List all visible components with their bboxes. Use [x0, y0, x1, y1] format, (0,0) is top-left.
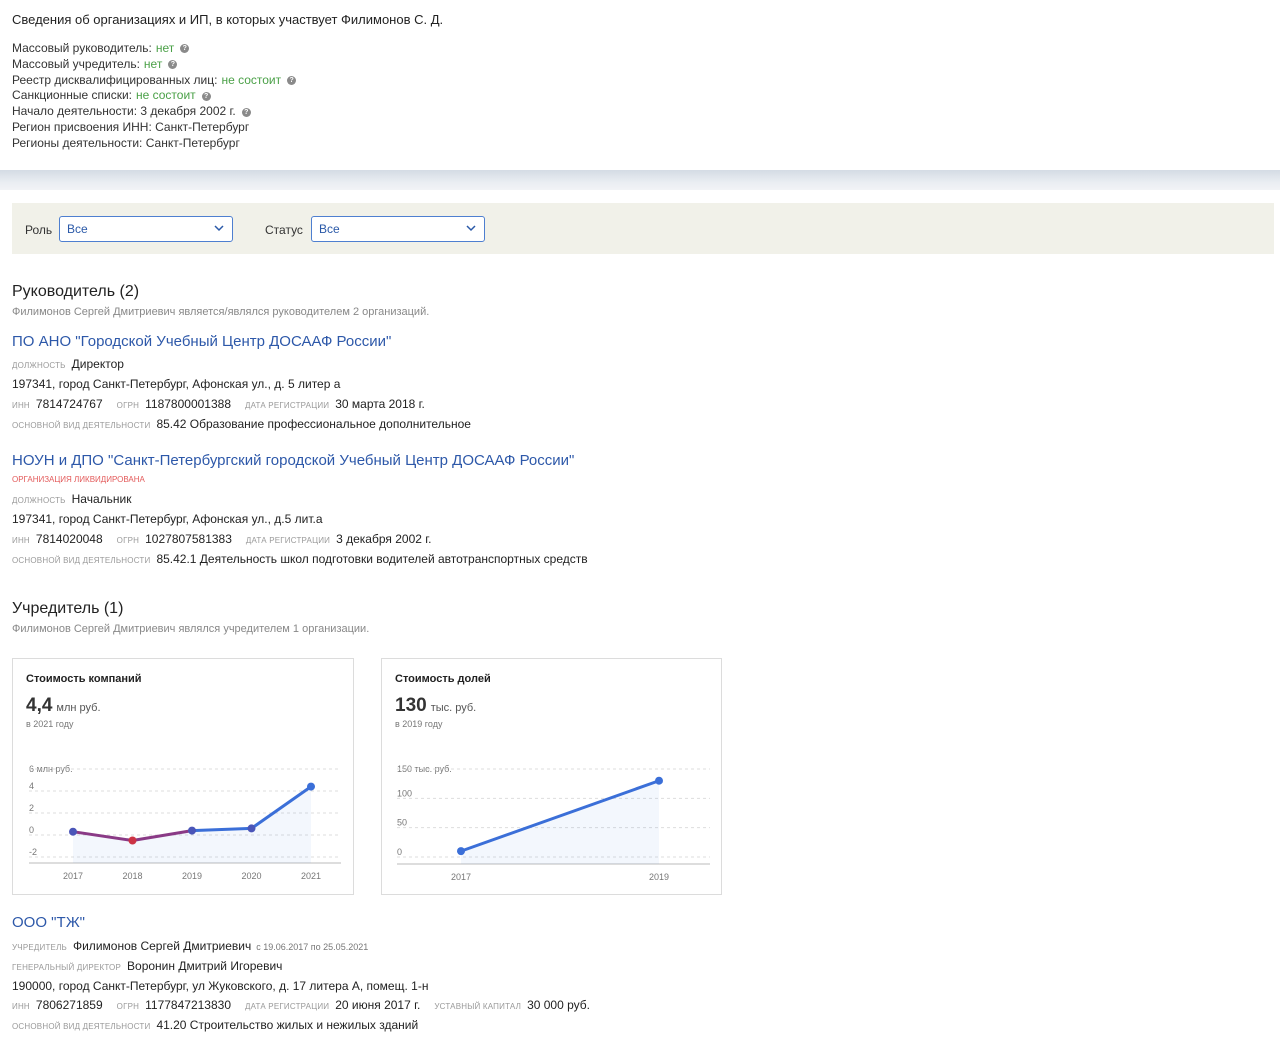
inn-value: 7814020048 [35, 532, 103, 546]
inn-value: 7814724767 [35, 397, 103, 411]
summary-row: Санкционные списки: не состоит ? [12, 88, 296, 104]
org-activity: основной вид деятельности 41.20 Строител… [12, 1018, 419, 1032]
share-value-chart: 150 тыс. руб.1005002017 2019 [397, 764, 710, 882]
summary-row: Реестр дисквалифицированных лиц: не сост… [12, 72, 297, 89]
x-tick-label: 2017 [63, 871, 83, 881]
founder-section-title: Учредитель (1) [12, 600, 124, 617]
summary-label: Начало деятельности: 3 декабря 2002 г. [12, 104, 236, 119]
reg-date-value: 3 декабря 2002 г. [336, 532, 432, 546]
org-requisites: инн 7806271859 огрн 1177847213830 дата р… [12, 998, 590, 1012]
status-select[interactable]: Все [311, 216, 485, 242]
company-value-chart: 6 млн руб.420-22017 2018 2019 2020 2021 [29, 764, 341, 881]
summary-label: Реестр дисквалифицированных лиц: [12, 72, 218, 87]
leader-section-title: Руководитель (2) [12, 283, 140, 300]
org-link[interactable]: ООО "ТЖ" [12, 914, 85, 931]
ogrn-value: 1027807581383 [145, 532, 232, 546]
y-tick-label: -2 [29, 847, 37, 857]
founder-section-subtitle: Филимонов Сергей Дмитриевич являлся учре… [12, 623, 370, 635]
y-tick-label: 50 [397, 818, 407, 828]
summary-row: Массовый учредитель: нет ? [12, 57, 296, 73]
chevron-down-icon [214, 225, 224, 232]
org-activity: основной вид деятельности 85.42.1 Деятел… [12, 552, 588, 566]
data-point [307, 782, 315, 791]
org-requisites: инн 7814724767 огрн 1187800001388 дата р… [12, 397, 425, 411]
y-tick-label: 2 [29, 803, 34, 813]
ogrn-value: 1187800001388 [145, 397, 231, 411]
status-filter-label: Статус [265, 223, 303, 237]
section-divider [0, 170, 1280, 190]
summary-value: нет [143, 56, 163, 71]
y-tick-label: 0 [397, 847, 402, 857]
org-address: 197341, город Санкт-Петербург, Афонская … [12, 377, 341, 391]
ogrn-value: 1177847213830 [145, 998, 231, 1012]
series-area [461, 780, 659, 864]
data-point [457, 847, 465, 856]
x-tick-label: 2017 [451, 872, 471, 882]
summary-list: Массовый руководитель: нет ? Массовый уч… [12, 41, 297, 152]
data-point [247, 824, 256, 833]
x-tick-label: 2021 [301, 871, 321, 881]
x-tick-label: 2019 [649, 872, 669, 882]
role-select-value: Все [67, 222, 88, 236]
summary-label: Регион присвоения ИНН: Санкт-Петербург [12, 119, 250, 134]
company-value-card: Стоимость компаний 4,4 млн руб. в 2021 го… [12, 658, 354, 895]
org-activity: основной вид деятельности 85.42 Образова… [12, 417, 471, 431]
page-title: Сведения об организациях и ИП, в которых… [12, 12, 444, 27]
role-select[interactable]: Все [59, 216, 233, 242]
help-icon[interactable]: ? [168, 60, 178, 70]
reg-date-value: 20 июня 2017 г. [335, 998, 421, 1012]
role-filter-label: Роль [25, 223, 53, 237]
summary-row: Регионы деятельности: Санкт-Петербург [12, 136, 296, 152]
summary-row: Массовый руководитель: нет ? [12, 41, 296, 57]
leader-section-subtitle: Филимонов Сергей Дмитриевич является/явл… [12, 306, 430, 318]
org-requisites: инн 7814020048 огрн 1027807581383 дата р… [12, 532, 432, 546]
y-tick-label: 4 [29, 781, 34, 791]
org-director: генеральный директор Воронин Дмитрий Иго… [12, 959, 283, 973]
help-icon[interactable]: ? [287, 75, 297, 85]
summary-value: не состоит [135, 88, 196, 103]
summary-label: Санкционные списки: [12, 88, 132, 103]
summary-label: Массовый руководитель: [12, 41, 152, 55]
x-tick-label: 2018 [122, 871, 142, 881]
y-tick-label: 100 [397, 788, 412, 798]
series-area [73, 786, 311, 863]
summary-value: нет [155, 41, 175, 55]
org-address: 197341, город Санкт-Петербург, Афонская … [12, 512, 323, 526]
x-tick-label: 2020 [241, 871, 261, 881]
org-link[interactable]: ПО АНО "Городской Учебный Центр ДОСААФ Р… [12, 333, 391, 350]
summary-label: Регионы деятельности: Санкт-Петербург [12, 135, 240, 150]
filter-bar: Роль Все Статус Все [12, 203, 1274, 254]
help-icon[interactable]: ? [241, 107, 251, 117]
y-tick-label: 0 [29, 825, 34, 835]
help-icon[interactable]: ? [201, 91, 211, 101]
help-icon[interactable]: ? [180, 44, 190, 54]
org-address: 190000, город Санкт-Петербург, ул Жуковс… [12, 979, 429, 993]
summary-row: Начало деятельности: 3 декабря 2002 г. ? [12, 104, 296, 120]
data-point [69, 827, 77, 836]
org-founder: учредитель Филимонов Сергей Дмитриевич с… [12, 939, 369, 953]
inn-value: 7806271859 [35, 998, 103, 1012]
x-tick-label: 2019 [182, 871, 202, 881]
chevron-down-icon [466, 225, 476, 232]
share-value-card: Стоимость долей 130 тыс. руб. в 2019 году… [381, 658, 722, 895]
status-select-value: Все [319, 222, 340, 236]
person-summary: Сведения об организациях и ИП, в которых… [0, 0, 1280, 170]
summary-row: Регион присвоения ИНН: Санкт-Петербург [12, 120, 296, 136]
reg-date-value: 30 марта 2018 г. [335, 397, 425, 411]
summary-label: Массовый учредитель: [12, 56, 140, 71]
summary-value: не состоит [221, 72, 282, 87]
data-point [655, 776, 663, 785]
org-link[interactable]: НОУН и ДПО "Санкт-Петербургский городско… [12, 452, 574, 469]
org-position: должность Начальник [12, 492, 132, 506]
liquidated-badge: организация ликвидирована [12, 475, 145, 484]
data-point [128, 836, 137, 845]
capital-value: 30 000 руб. [527, 998, 590, 1012]
org-position: должность Директор [12, 357, 124, 371]
data-point [188, 826, 196, 835]
